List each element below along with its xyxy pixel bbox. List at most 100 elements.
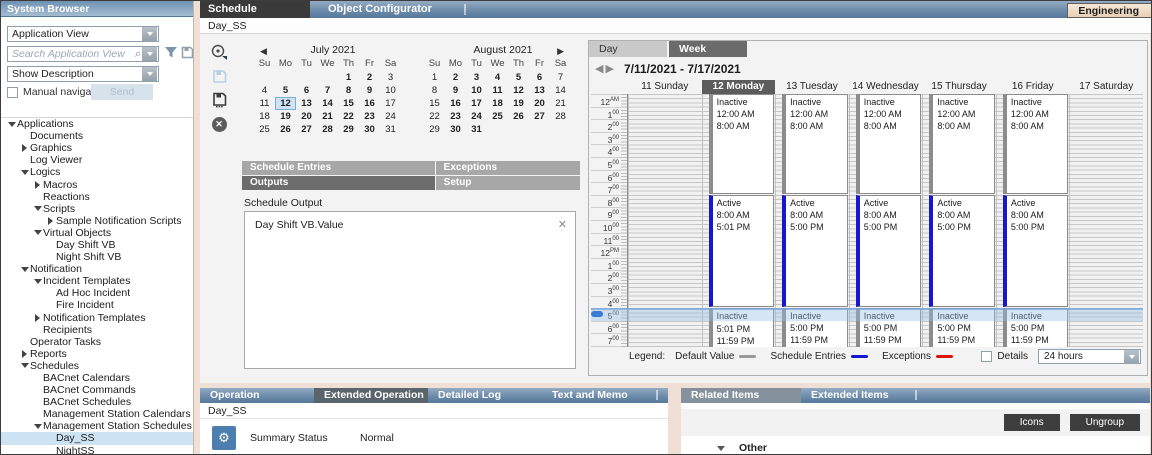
tree-item-logics[interactable]: Logics	[1, 166, 193, 178]
engineering-mode-button[interactable]: Engineering	[1067, 3, 1151, 18]
tree-item-incident-templates[interactable]: Incident Templates	[1, 275, 193, 287]
collapsed-arrow-icon[interactable]	[45, 217, 56, 225]
tree-item-notification-templates[interactable]: Notification Templates	[1, 312, 193, 324]
calendar-day[interactable]: 27	[296, 123, 317, 136]
tree-item-scripts[interactable]: Scripts	[1, 203, 193, 215]
calendar-day[interactable]: 12	[275, 97, 296, 110]
calendar-day[interactable]: 26	[275, 123, 296, 136]
tree-item-bacnet-calendars[interactable]: BACnet Calendars	[1, 372, 193, 384]
calendar-day[interactable]: 28	[550, 110, 571, 123]
tab-object-configurator[interactable]: Object Configurator	[318, 1, 432, 18]
ungroup-button[interactable]: Ungroup	[1070, 414, 1140, 431]
day-header-14-wednesday[interactable]: 14 Wednesday	[849, 80, 923, 94]
schedule-block-active[interactable]: Active8:00 AM5:00 PM	[856, 195, 922, 307]
tree-item-operator-tasks[interactable]: Operator Tasks	[1, 336, 193, 348]
tab-related-items[interactable]: Related Items	[681, 388, 801, 403]
calendar-day[interactable]: 2	[359, 71, 380, 84]
discard-icon[interactable]: ✕	[208, 114, 230, 134]
calendar-day[interactable]: 15	[338, 97, 359, 110]
tree-item-day-ss[interactable]: Day_SS	[1, 432, 193, 444]
calendar-day[interactable]: 22	[338, 110, 359, 123]
tab-week[interactable]: Week	[669, 41, 747, 57]
expanded-arrow-icon[interactable]	[19, 170, 30, 175]
collapsed-arrow-icon[interactable]	[19, 144, 30, 152]
calendar-day[interactable]: 20	[296, 110, 317, 123]
day-header-15-thursday[interactable]: 15 Thursday	[922, 80, 996, 94]
schedule-block-inactive[interactable]: Inactive12:00 AM8:00 AM	[709, 94, 775, 194]
tree-item-log-viewer[interactable]: Log Viewer	[1, 154, 193, 166]
calendar-day[interactable]: 19	[275, 110, 296, 123]
calendar-day[interactable]: 9	[359, 84, 380, 97]
calendar-day[interactable]: 28	[317, 123, 338, 136]
calendar-day[interactable]: 3	[466, 71, 487, 84]
calendar-day[interactable]: 7	[550, 71, 571, 84]
tab-extended-items[interactable]: Extended Items	[801, 388, 915, 403]
tree-item-fire-incident[interactable]: Fire Incident	[1, 299, 193, 311]
tree-item-documents[interactable]: Documents	[1, 130, 193, 142]
tree-item-day-shift-vb[interactable]: Day Shift VB	[1, 239, 193, 251]
chevron-down-icon[interactable]	[142, 47, 157, 61]
description-mode-dropdown[interactable]: Show Description	[7, 66, 159, 82]
tab-detailed-log[interactable]: Detailed Log	[428, 388, 542, 403]
chevron-down-icon[interactable]	[1124, 350, 1139, 364]
tree-item-macros[interactable]: Macros	[1, 178, 193, 190]
calendar-day[interactable]: 22	[424, 110, 445, 123]
tree-item-ad-hoc-incident[interactable]: Ad Hoc Incident	[1, 287, 193, 299]
calendar-day[interactable]: 11	[487, 84, 508, 97]
calendar-day[interactable]: 15	[424, 97, 445, 110]
send-button[interactable]: Send	[91, 84, 153, 100]
expanded-arrow-icon[interactable]	[32, 279, 43, 284]
calendar-day[interactable]: 25	[487, 110, 508, 123]
calendar-day[interactable]: 5	[275, 84, 296, 97]
tree-item-schedules[interactable]: Schedules	[1, 360, 193, 372]
tree-item-management-station-calendars[interactable]: Management Station Calendars	[1, 408, 193, 420]
calendar-day[interactable]: 19	[508, 97, 529, 110]
calendar-day[interactable]: 6	[296, 84, 317, 97]
tab-schedule-entries[interactable]: Schedule Entries	[242, 161, 435, 175]
calendar-day[interactable]: 24	[380, 110, 401, 123]
calendar-day[interactable]: 6	[529, 71, 550, 84]
collapse-arrow-icon[interactable]	[717, 446, 725, 451]
schedule-block-inactive[interactable]: Inactive5:00 PM11:59 PM	[1003, 308, 1069, 347]
calendar-day[interactable]: 14	[550, 84, 571, 97]
calendar-day[interactable]: 4	[487, 71, 508, 84]
remove-output-icon[interactable]: ✕	[558, 218, 567, 231]
schedule-block-inactive[interactable]: Inactive5:00 PM11:59 PM	[929, 308, 995, 347]
expanded-arrow-icon[interactable]	[32, 230, 43, 235]
next-week-arrow[interactable]: ▶	[605, 62, 613, 75]
calendar-day[interactable]: 17	[466, 97, 487, 110]
expanded-arrow-icon[interactable]	[6, 122, 17, 127]
schedule-block-active[interactable]: Active8:00 AM5:01 PM	[709, 195, 775, 308]
calendar-day[interactable]: 8	[424, 84, 445, 97]
day-header-13-tuesday[interactable]: 13 Tuesday	[775, 80, 849, 94]
prev-month-arrow[interactable]: ◀	[260, 46, 267, 57]
tree-item-applications[interactable]: Applications	[1, 118, 193, 130]
calendar-day[interactable]: 14	[317, 97, 338, 110]
icons-button[interactable]: Icons	[1004, 414, 1060, 431]
calendar-day[interactable]: 9	[445, 84, 466, 97]
calendar-day[interactable]: 30	[359, 123, 380, 136]
day-header-16-friday[interactable]: 16 Friday	[996, 80, 1070, 94]
day-header-11-sunday[interactable]: 11 Sunday	[628, 80, 702, 94]
tree-item-reactions[interactable]: Reactions	[1, 191, 193, 203]
calendar-day[interactable]: 10	[380, 84, 401, 97]
tree-item-nightss[interactable]: NightSS	[1, 445, 193, 455]
expanded-arrow-icon[interactable]	[19, 267, 30, 272]
calendar-day[interactable]: 25	[254, 123, 275, 136]
calendar-day[interactable]: 21	[317, 110, 338, 123]
day-header-17-saturday[interactable]: 17 Saturday	[1069, 80, 1143, 94]
tree-item-bacnet-schedules[interactable]: BACnet Schedules	[1, 396, 193, 408]
calendar-day[interactable]: 3	[380, 71, 401, 84]
calendar-day[interactable]: 29	[338, 123, 359, 136]
calendar-day[interactable]: 21	[550, 97, 571, 110]
calendar-day[interactable]: 16	[445, 97, 466, 110]
chevron-down-icon[interactable]	[142, 27, 157, 41]
expanded-arrow-icon[interactable]	[32, 424, 43, 429]
tree-item-bacnet-commands[interactable]: BACnet Commands	[1, 384, 193, 396]
tree-item-reports[interactable]: Reports	[1, 348, 193, 360]
next-month-arrow[interactable]: ▶	[557, 46, 564, 57]
calendar-day[interactable]: 1	[424, 71, 445, 84]
calendar-day[interactable]: 10	[466, 84, 487, 97]
calendar-day[interactable]: 31	[380, 123, 401, 136]
tab-day[interactable]: Day	[589, 41, 667, 57]
